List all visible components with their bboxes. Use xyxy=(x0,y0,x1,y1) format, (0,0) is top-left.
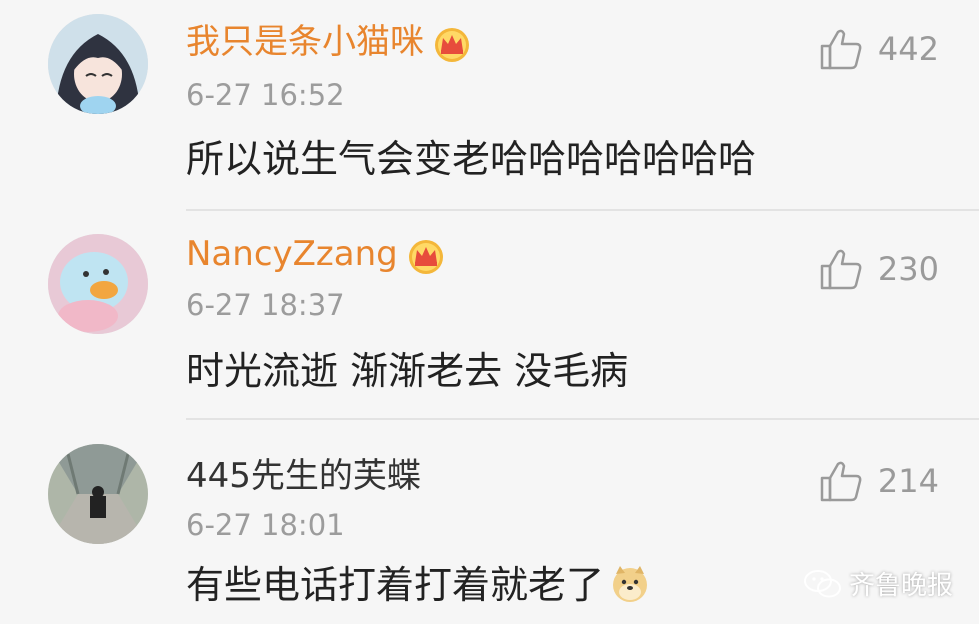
avatar[interactable] xyxy=(48,234,148,334)
like-button[interactable]: 442 xyxy=(818,26,939,72)
thumbs-up-icon xyxy=(820,249,862,290)
username-text: 我只是条小猫咪 xyxy=(186,22,424,62)
comment-text-body: 有些电话打着打着就老了 xyxy=(186,563,605,607)
avatar[interactable] xyxy=(48,14,148,114)
comment-text: 有些电话打着打着就老了 xyxy=(186,562,650,608)
watermark-text: 齐鲁晚报 xyxy=(848,571,953,601)
comment-time: 6-27 16:52 xyxy=(186,78,345,112)
username-text: NancyZzang xyxy=(186,234,398,274)
divider xyxy=(186,209,979,211)
comment-item: 我只是条小猫咪 442 6-27 16:52 所以说生气会变老哈哈哈哈哈哈哈 xyxy=(0,0,979,210)
avatar[interactable] xyxy=(48,444,148,544)
comment-text: 所以说生气会变老哈哈哈哈哈哈哈 xyxy=(186,137,757,181)
comment-item: NancyZzang 230 6-27 18:37 时光流逝 渐渐老去 没毛病 xyxy=(0,212,979,418)
crown-icon xyxy=(408,239,443,274)
comment-time: 6-27 18:01 xyxy=(186,508,345,542)
like-count: 442 xyxy=(877,30,939,68)
crown-icon xyxy=(435,27,469,62)
thumbs-up-icon xyxy=(820,461,862,502)
username[interactable]: 我只是条小猫咪 xyxy=(186,22,472,64)
comment-time: 6-27 18:37 xyxy=(186,288,345,322)
thumbs-up-icon xyxy=(820,29,862,70)
username[interactable]: NancyZzang xyxy=(186,234,446,276)
username[interactable]: 445先生的芙蝶 xyxy=(186,456,421,496)
like-button[interactable]: 230 xyxy=(818,246,939,292)
doge-emoji-icon xyxy=(613,566,648,602)
like-count: 214 xyxy=(877,462,939,500)
watermark: 齐鲁晚报 xyxy=(803,565,953,602)
username-text: 445先生的芙蝶 xyxy=(186,456,421,496)
like-button[interactable]: 214 xyxy=(818,458,939,504)
wechat-icon xyxy=(803,569,841,597)
like-count: 230 xyxy=(877,250,939,288)
comment-text: 时光流逝 渐渐老去 没毛病 xyxy=(186,349,629,393)
